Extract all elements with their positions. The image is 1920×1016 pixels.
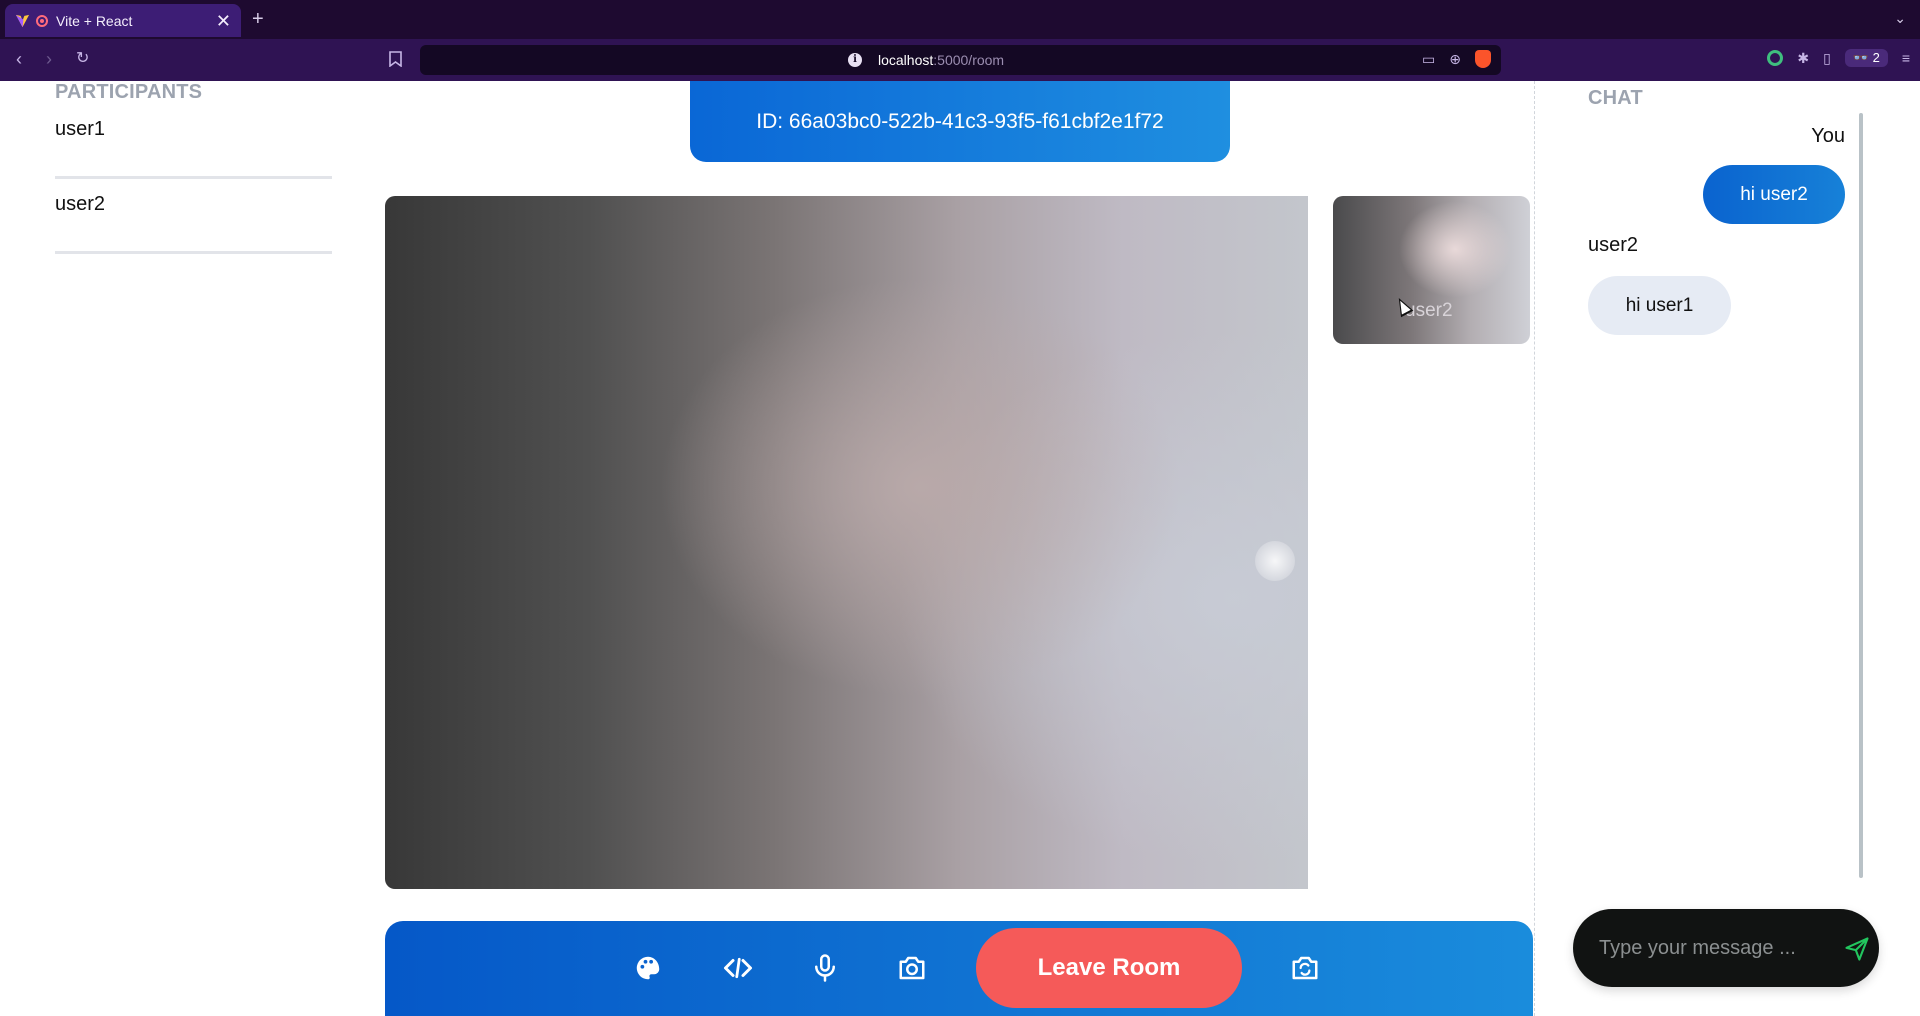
message-bubble-other: hi user1 xyxy=(1588,276,1731,335)
brave-shields-icon[interactable] xyxy=(1475,50,1491,68)
bookmark-icon[interactable] xyxy=(389,51,402,67)
room-id-banner[interactable]: ID: 66a03bc0-522b-41c3-93f5-f61cbf2e1f72 xyxy=(690,81,1230,162)
participants-heading: PARTICIPANTS xyxy=(55,81,203,103)
wallet-counter[interactable]: 👓 2 xyxy=(1844,49,1888,67)
browser-tab[interactable]: Vite + React ✕ xyxy=(5,4,241,37)
chat-panel: CHAT You hi user2 user2 hi user1 xyxy=(1588,81,1845,1016)
send-icon[interactable] xyxy=(1843,935,1871,963)
tab-title: Vite + React xyxy=(56,12,133,29)
microphone-icon[interactable] xyxy=(808,951,842,985)
url-host: localhost xyxy=(878,52,934,68)
vite-logo-icon xyxy=(15,13,30,28)
extensions-icon[interactable]: ✱ xyxy=(1797,50,1809,67)
site-info-icon[interactable]: i xyxy=(848,53,862,67)
palette-icon[interactable] xyxy=(631,951,665,985)
browser-toolbar: ‹ › ↻ i localhost:5000/room ▭ ⊕ ✱ ▯ 👓 2 … xyxy=(0,39,1920,81)
menu-icon[interactable]: ≡ xyxy=(1902,50,1910,66)
vpn-icon[interactable] xyxy=(1767,50,1784,66)
message-sender: You xyxy=(1811,125,1845,147)
chat-message-input[interactable] xyxy=(1599,931,1829,965)
room-id-text: ID: 66a03bc0-522b-41c3-93f5-f61cbf2e1f72 xyxy=(756,109,1164,133)
leave-room-button[interactable]: Leave Room xyxy=(976,928,1242,1008)
zoom-icon[interactable]: ⊕ xyxy=(1449,51,1461,68)
message-bubble-own: hi user2 xyxy=(1703,165,1845,224)
video-glare xyxy=(1255,541,1295,581)
recording-icon xyxy=(36,14,48,27)
switch-camera-icon[interactable] xyxy=(1288,951,1322,985)
room-page: PARTICIPANTS user1 user2 ID: 66a03bc0-52… xyxy=(0,81,1920,1016)
address-bar[interactable]: i localhost:5000/room ▭ ⊕ xyxy=(420,45,1501,75)
participant-video-thumbnail[interactable]: user2 xyxy=(1333,196,1530,344)
participants-panel: PARTICIPANTS user1 user2 xyxy=(55,81,332,254)
call-controls-bar: Leave Room xyxy=(385,921,1533,1016)
tab-close-icon[interactable]: ✕ xyxy=(216,12,231,30)
chat-heading: CHAT xyxy=(1588,87,1643,109)
new-tab-button[interactable]: + xyxy=(252,8,264,30)
message-sender: user2 xyxy=(1588,234,1639,256)
participant-name: user1 xyxy=(55,118,106,140)
chat-divider xyxy=(1534,81,1535,1016)
chat-scrollbar[interactable] xyxy=(1859,113,1863,878)
url-path: :5000/room xyxy=(933,52,1005,68)
forward-icon[interactable]: › xyxy=(46,49,52,69)
url-text[interactable]: localhost:5000/room xyxy=(878,52,1004,68)
participant-name: user2 xyxy=(55,193,106,215)
participant-item: user1 xyxy=(55,104,332,179)
browser-tab-bar: Vite + React ✕ + ⌄ xyxy=(0,0,1920,39)
code-icon[interactable] xyxy=(721,951,755,985)
wallet-count: 2 xyxy=(1872,50,1880,65)
camera-icon[interactable] xyxy=(895,951,929,985)
sidebar-icon[interactable]: ▯ xyxy=(1823,50,1831,67)
reload-icon[interactable]: ↻ xyxy=(76,49,89,69)
chat-input-box[interactable] xyxy=(1573,909,1879,987)
camera-in-use-icon[interactable]: ▭ xyxy=(1422,51,1435,68)
back-icon[interactable]: ‹ xyxy=(16,49,22,69)
main-video xyxy=(385,196,1308,889)
tab-list-chevron-icon[interactable]: ⌄ xyxy=(1894,10,1906,27)
participant-item: user2 xyxy=(55,179,332,254)
